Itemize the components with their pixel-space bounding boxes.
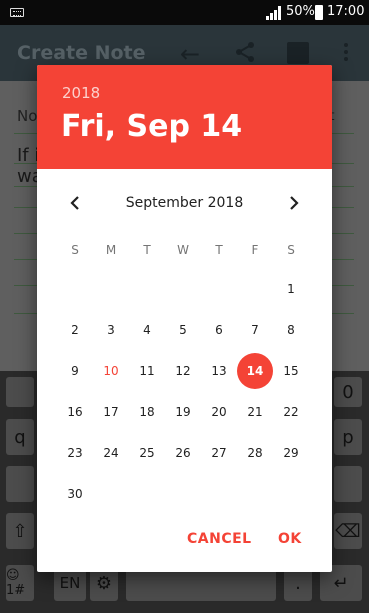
date-picker-header: 2018 Fri, Sep 14 bbox=[37, 65, 332, 169]
calendar-day[interactable]: 6 bbox=[201, 312, 237, 348]
chevron-right-icon bbox=[290, 196, 299, 210]
backspace-key[interactable]: ⌫ bbox=[334, 513, 362, 549]
back-arrow-icon[interactable]: ← bbox=[180, 40, 200, 68]
calendar-day[interactable]: 21 bbox=[237, 394, 273, 430]
calendar-day[interactable]: 25 bbox=[129, 435, 165, 471]
calendar-day[interactable]: 8 bbox=[273, 312, 309, 348]
weekday-label: T bbox=[143, 243, 151, 257]
shift-icon: ⇧ bbox=[12, 520, 28, 542]
ok-button[interactable]: OK bbox=[278, 531, 302, 547]
note-title-label: No bbox=[17, 107, 38, 125]
key[interactable] bbox=[334, 466, 362, 502]
weekday-label: F bbox=[251, 243, 259, 257]
date-picker-dialog: 2018 Fri, Sep 14 September 2018 SMTWTFS … bbox=[37, 65, 332, 572]
clock: 17:00 bbox=[327, 4, 365, 19]
key-q[interactable]: q bbox=[6, 419, 34, 455]
weekday-label: T bbox=[215, 243, 223, 257]
calendar-day[interactable]: 17 bbox=[93, 394, 129, 430]
calendar-day[interactable]: 5 bbox=[165, 312, 201, 348]
calendar-day[interactable]: 11 bbox=[129, 353, 165, 389]
gear-icon: ⚙ bbox=[95, 572, 113, 594]
shift-key[interactable]: ⇧ bbox=[6, 513, 34, 549]
share-icon[interactable] bbox=[234, 41, 256, 63]
calendar-day[interactable]: 18 bbox=[129, 394, 165, 430]
overflow-menu-icon[interactable] bbox=[344, 43, 348, 63]
keyboard-icon bbox=[10, 8, 24, 17]
app-title: Create Note bbox=[17, 42, 146, 64]
calendar-day[interactable]: 14 bbox=[237, 353, 273, 389]
key-0[interactable]: 0 bbox=[334, 377, 362, 407]
header-year[interactable]: 2018 bbox=[62, 84, 100, 102]
battery-percent: 50% bbox=[286, 4, 315, 19]
calendar-day[interactable]: 4 bbox=[129, 312, 165, 348]
weekday-label: S bbox=[287, 243, 295, 257]
calendar-day[interactable]: 1 bbox=[273, 271, 309, 307]
calendar-day[interactable]: 26 bbox=[165, 435, 201, 471]
weekday-label: W bbox=[177, 243, 189, 257]
calendar-day[interactable]: 10 bbox=[93, 353, 129, 389]
enter-icon: ↵ bbox=[333, 572, 349, 594]
calendar-day[interactable]: 16 bbox=[57, 394, 93, 430]
calendar-day[interactable]: 22 bbox=[273, 394, 309, 430]
calendar-day[interactable]: 23 bbox=[57, 435, 93, 471]
save-icon[interactable] bbox=[287, 42, 309, 64]
calendar-day[interactable]: 9 bbox=[57, 353, 93, 389]
signal-icon bbox=[266, 6, 281, 20]
key[interactable] bbox=[6, 466, 34, 502]
calendar-day[interactable]: 15 bbox=[273, 353, 309, 389]
weekday-label: M bbox=[105, 243, 117, 257]
calendar-day[interactable]: 28 bbox=[237, 435, 273, 471]
calendar-day[interactable]: 27 bbox=[201, 435, 237, 471]
cancel-button[interactable]: CANCEL bbox=[187, 531, 252, 547]
calendar-day[interactable]: 3 bbox=[93, 312, 129, 348]
next-month-button[interactable] bbox=[284, 191, 304, 215]
header-date[interactable]: Fri, Sep 14 bbox=[61, 109, 242, 144]
backspace-icon: ⌫ bbox=[335, 520, 361, 542]
calendar-day[interactable]: 29 bbox=[273, 435, 309, 471]
status-bar: 50% 17:00 bbox=[0, 0, 369, 25]
calendar-day[interactable]: 13 bbox=[201, 353, 237, 389]
calendar-day[interactable]: 12 bbox=[165, 353, 201, 389]
key-p[interactable]: p bbox=[334, 419, 362, 455]
calendar-day[interactable]: 7 bbox=[237, 312, 273, 348]
weekday-label: S bbox=[71, 243, 79, 257]
battery-icon bbox=[315, 5, 323, 20]
symbols-key[interactable]: ☺1# bbox=[6, 565, 34, 601]
key[interactable] bbox=[6, 377, 34, 407]
calendar-day[interactable]: 2 bbox=[57, 312, 93, 348]
calendar-day[interactable]: 24 bbox=[93, 435, 129, 471]
calendar-day[interactable]: 19 bbox=[165, 394, 201, 430]
calendar-day[interactable]: 30 bbox=[57, 476, 93, 512]
calendar-day[interactable]: 20 bbox=[201, 394, 237, 430]
